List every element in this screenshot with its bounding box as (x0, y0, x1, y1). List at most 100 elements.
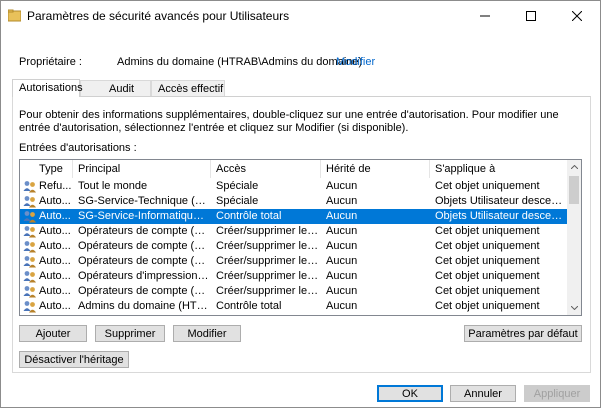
cell-access: Créer/supprimer les o... (216, 240, 320, 252)
cell-type: Auto... (39, 300, 71, 312)
cell-principal: Opérateurs de compte (HTR... (78, 255, 210, 267)
ok-button[interactable]: OK (377, 385, 443, 402)
tab-permissions[interactable]: Autorisations (12, 79, 83, 97)
scroll-thumb[interactable] (569, 176, 579, 204)
edit-button[interactable]: Modifier (173, 325, 241, 342)
cell-principal: Opérateurs d'impression (HT... (78, 270, 210, 282)
cell-applies: Cet objet uniquement (435, 300, 540, 312)
entries-label: Entrées d'autorisations : (19, 142, 137, 154)
vertical-scrollbar[interactable] (567, 160, 581, 315)
scroll-up-button[interactable] (567, 160, 581, 174)
close-button[interactable] (554, 1, 600, 30)
cell-principal: SG-Service-Technique (HTRA... (78, 195, 210, 207)
close-icon (572, 10, 582, 21)
column-header-type[interactable]: Type (34, 160, 73, 178)
table-row[interactable]: Auto... SG-Service-Technique (HTRA... Spéc… (20, 194, 567, 209)
window-title: Paramètres de sécurité avancés pour Util… (27, 9, 290, 23)
list-header: Type Principal Accès Hérité de S'appliqu… (20, 160, 567, 178)
cell-type: Auto... (39, 285, 71, 297)
cell-applies: Cet objet uniquement (435, 285, 540, 297)
remove-button[interactable]: Supprimer (95, 325, 165, 342)
cell-applies: Cet objet uniquement (435, 180, 540, 192)
cell-inherited: Aucun (326, 240, 358, 252)
cell-type: Auto... (39, 240, 71, 252)
table-row[interactable]: Auto... Opérateurs de compte (HTR... Créer… (20, 239, 567, 254)
cell-type: Auto... (39, 210, 71, 222)
users-group-icon (23, 181, 36, 193)
add-button[interactable]: Ajouter (19, 325, 87, 342)
cell-inherited: Aucun (326, 255, 358, 267)
column-header-principal[interactable]: Principal (73, 160, 211, 178)
cell-inherited: Aucun (326, 195, 358, 207)
tab-audit-label: Audit (109, 83, 135, 95)
cell-access: Spéciale (216, 195, 259, 207)
cell-applies: Cet objet uniquement (435, 240, 540, 252)
cell-applies: Cet objet uniquement (435, 225, 540, 237)
cell-access: Contrôle total (216, 210, 282, 222)
column-header-access[interactable]: Accès (211, 160, 321, 178)
owner-label: Propriétaire : (19, 56, 82, 68)
cell-inherited: Aucun (326, 300, 358, 312)
cell-access: Créer/supprimer les o... (216, 270, 320, 282)
table-row[interactable]: Auto... Admins du domaine (HTRAB... Contrô… (20, 299, 567, 314)
folder-shield-icon (8, 9, 21, 22)
column-header-applies[interactable]: S'applique à (430, 160, 567, 178)
owner-value: Admins du domaine (HTRAB\Admins du domai… (117, 56, 363, 68)
cell-type: Auto... (39, 195, 71, 207)
users-group-icon (23, 301, 36, 313)
scroll-down-button[interactable] (567, 301, 581, 315)
column-header-inherited[interactable]: Hérité de (321, 160, 430, 178)
cell-access: Créer/supprimer les o... (216, 225, 320, 237)
apply-button[interactable]: Appliquer (524, 385, 590, 402)
table-row[interactable]: Auto... SG-Service-Informatique (HT... Con… (20, 209, 567, 224)
cell-inherited: Aucun (326, 180, 358, 192)
table-row[interactable]: Auto... Opérateurs de compte (HTR... Créer… (20, 284, 567, 299)
users-group-icon (23, 256, 36, 268)
users-group-icon (23, 241, 36, 253)
cell-type: Auto... (39, 255, 71, 267)
cell-principal: Tout le monde (78, 180, 148, 192)
chevron-down-icon (570, 306, 578, 310)
cell-inherited: Aucun (326, 285, 358, 297)
users-group-icon (23, 211, 36, 223)
cancel-button[interactable]: Annuler (450, 385, 516, 402)
cell-applies: Objets Utilisateur descendants (435, 210, 566, 222)
cell-type: Auto... (39, 225, 71, 237)
cell-applies: Objets Utilisateur descendants (435, 195, 566, 207)
permission-entries-list[interactable]: Type Principal Accès Hérité de S'appliqu… (19, 159, 582, 316)
cell-principal: Admins du domaine (HTRAB... (78, 300, 210, 312)
tab-audit[interactable]: Audit (80, 80, 151, 96)
disable-inheritance-button[interactable]: Désactiver l'héritage (19, 351, 129, 368)
table-row[interactable]: Auto... Opérateurs de compte (HTR... Créer… (20, 254, 567, 269)
table-row[interactable]: Refu... Tout le monde Spéciale Aucun Cet obj… (20, 179, 567, 194)
change-owner-link[interactable]: Modifier (336, 56, 375, 68)
cell-access: Créer/supprimer les o... (216, 285, 320, 297)
users-group-icon (23, 196, 36, 208)
maximize-button[interactable] (508, 1, 554, 30)
users-group-icon (23, 271, 36, 283)
cell-inherited: Aucun (326, 270, 358, 282)
minimize-button[interactable] (462, 1, 508, 30)
title-bar[interactable]: Paramètres de sécurité avancés pour Util… (1, 1, 600, 30)
cell-principal: SG-Service-Informatique (HT... (78, 210, 210, 222)
cell-inherited: Aucun (326, 210, 358, 222)
cell-inherited: Aucun (326, 225, 358, 237)
cell-type: Auto... (39, 270, 71, 282)
table-row[interactable]: Auto... Opérateurs d'impression (HT... Cré… (20, 269, 567, 284)
table-row[interactable]: Auto... Opérateurs de compte (HTR... Créer… (20, 224, 567, 239)
maximize-icon (526, 10, 536, 21)
cell-access: Contrôle total (216, 300, 282, 312)
cell-access: Spéciale (216, 180, 259, 192)
restore-defaults-button[interactable]: Paramètres par défaut (464, 325, 582, 342)
cell-applies: Cet objet uniquement (435, 255, 540, 267)
cell-type: Refu... (39, 180, 72, 192)
minimize-icon (480, 15, 490, 16)
cell-access: Créer/supprimer les o... (216, 255, 320, 267)
cell-applies: Cet objet uniquement (435, 270, 540, 282)
cell-principal: Opérateurs de compte (HTR... (78, 225, 210, 237)
users-group-icon (23, 286, 36, 298)
advanced-security-window: Paramètres de sécurité avancés pour Util… (0, 0, 601, 408)
cell-principal: Opérateurs de compte (HTR... (78, 240, 210, 252)
users-group-icon (23, 226, 36, 238)
tab-effective-access[interactable]: Accès effectif (151, 80, 225, 96)
